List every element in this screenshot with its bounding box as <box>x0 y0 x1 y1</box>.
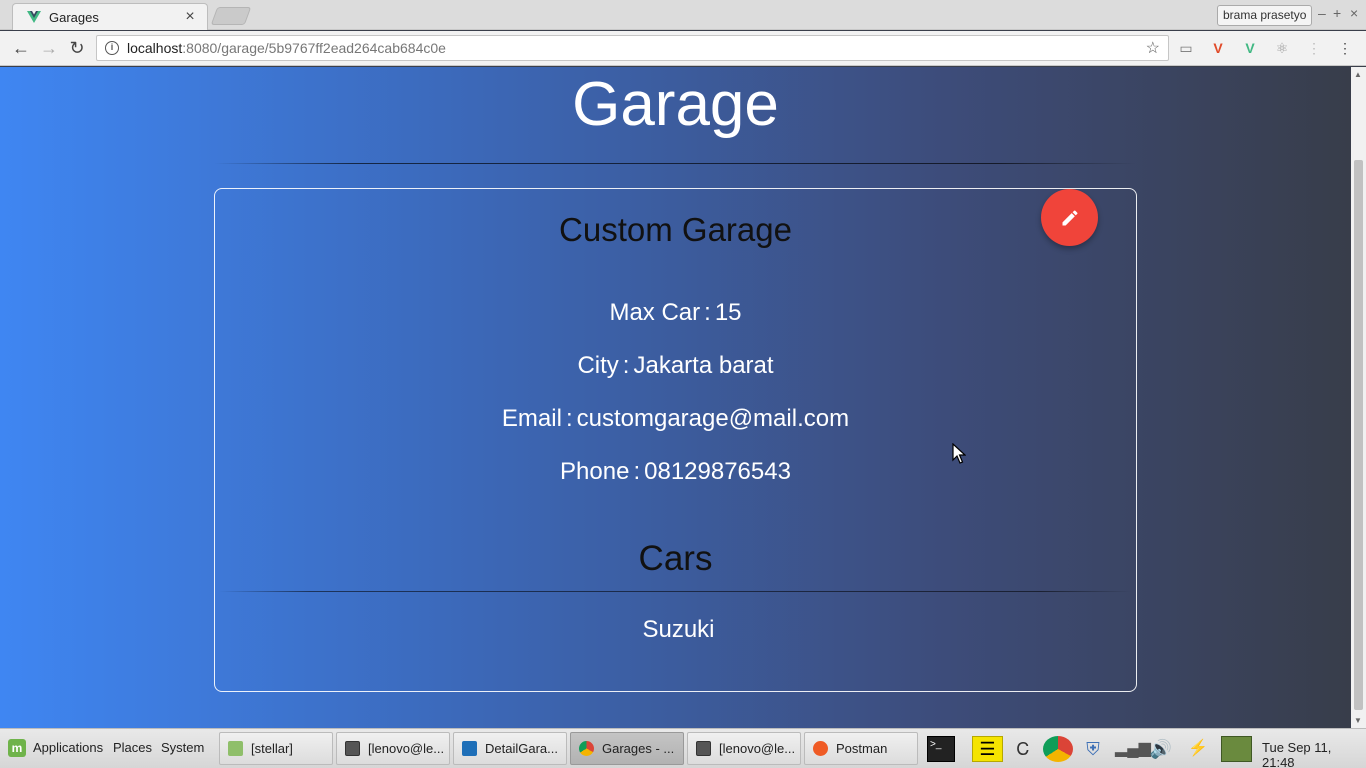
site-info-icon[interactable]: i <box>105 41 119 55</box>
page-title: Garage <box>572 70 779 139</box>
bluetooth-icon[interactable]: Ꮯ <box>1013 736 1033 762</box>
field-value: 08129876543 <box>644 458 791 485</box>
vue-devtools-icon[interactable]: V <box>1241 39 1259 57</box>
browser-tab-strip: Garages × brama prasetyo – + × <box>0 0 1366 30</box>
field-label: Phone <box>560 458 630 485</box>
taskbar-item-label: Garages - ... <box>602 741 675 756</box>
taskbar-item[interactable]: [lenovo@le... <box>336 732 450 765</box>
page-scrollbar[interactable]: ▲ ▼ <box>1351 67 1366 728</box>
battery-icon[interactable]: ⚡ <box>1183 736 1213 762</box>
extension-icon[interactable]: ▭ <box>1177 39 1195 57</box>
minimize-icon[interactable]: – <box>1318 5 1326 21</box>
taskbar-item-label: Postman <box>836 741 888 756</box>
max-car-field: Max Car:15 <box>215 299 1136 327</box>
address-bar[interactable]: i localhost:8080/garage/5b9767ff2ead264c… <box>96 35 1169 61</box>
browser-tab[interactable]: Garages × <box>12 3 208 30</box>
back-icon[interactable]: ← <box>10 37 32 59</box>
workspace-switcher-icon[interactable] <box>1221 736 1252 762</box>
field-separator: : <box>565 405 573 432</box>
taskbar-item-label: [lenovo@le... <box>719 741 796 756</box>
extension-icon[interactable]: ⋮ <box>1305 39 1323 57</box>
taskbar: m Applications Places System [stellar] [… <box>0 728 1366 768</box>
taskbar-item-label: [stellar] <box>251 741 293 756</box>
mouse-cursor-icon <box>952 443 966 464</box>
taskbar-item[interactable]: DetailGara... <box>453 732 567 765</box>
page-content: Garage Custom Garage Max Car:15 City: Jak… <box>0 67 1351 728</box>
postman-icon <box>813 741 828 756</box>
field-value: Jakarta barat <box>633 352 774 379</box>
mint-menu-icon[interactable]: m <box>8 739 26 757</box>
chrome-menu-icon[interactable]: ⋮ <box>1336 39 1354 57</box>
chrome-icon <box>579 741 594 756</box>
tab-close-icon[interactable]: × <box>183 8 197 26</box>
terminal-launcher-icon[interactable]: >_ <box>927 736 955 762</box>
scrollbar-thumb[interactable] <box>1354 160 1363 710</box>
menu-applications[interactable]: Applications <box>33 740 103 755</box>
vscode-icon <box>462 741 477 756</box>
clock[interactable]: Tue Sep 11, 21:48 <box>1262 740 1366 768</box>
city-field: City: Jakarta barat <box>215 352 1136 380</box>
react-devtools-icon[interactable]: ⚛ <box>1273 39 1291 57</box>
maximize-icon[interactable]: + <box>1333 5 1341 21</box>
field-value: 15 <box>714 299 742 326</box>
folder-icon <box>228 741 243 756</box>
field-separator: : <box>622 352 630 379</box>
email-field: Email: customgarage@mail.com <box>215 405 1136 433</box>
taskbar-item[interactable]: Garages - ... <box>570 732 684 765</box>
field-separator: : <box>633 458 641 485</box>
edit-button[interactable] <box>1041 189 1098 246</box>
menu-system[interactable]: System <box>161 740 204 755</box>
taskbar-item[interactable]: [stellar] <box>219 732 333 765</box>
field-label: City <box>577 352 619 379</box>
field-separator: : <box>704 299 711 326</box>
vimium-icon[interactable]: V <box>1209 39 1227 57</box>
divider <box>219 591 1132 592</box>
reload-icon[interactable]: ↻ <box>66 37 88 59</box>
field-label: Email <box>501 405 562 432</box>
vue-logo-icon <box>27 11 41 23</box>
scroll-up-icon[interactable]: ▲ <box>1354 70 1362 79</box>
notes-icon[interactable]: ☰ <box>972 736 1003 762</box>
browser-toolbar: ← → ↻ i localhost:8080/garage/5b9767ff2e… <box>0 31 1366 66</box>
taskbar-item-label: [lenovo@le... <box>368 741 445 756</box>
phone-field: Phone:08129876543 <box>215 458 1136 486</box>
chrome-launcher-icon[interactable] <box>1043 736 1073 762</box>
scroll-down-icon[interactable]: ▼ <box>1354 716 1362 725</box>
terminal-icon <box>696 741 711 756</box>
terminal-icon <box>345 741 360 756</box>
bookmark-star-icon[interactable]: ☆ <box>1146 38 1160 58</box>
forward-icon[interactable]: → <box>38 37 60 59</box>
field-value: customgarage@mail.com <box>576 405 850 432</box>
volume-icon[interactable]: 🔊 <box>1148 736 1174 762</box>
taskbar-item[interactable]: Postman <box>804 732 918 765</box>
divider <box>214 163 1136 164</box>
garage-card: Custom Garage Max Car:15 City: Jakarta ba… <box>214 188 1137 692</box>
url-host: localhost <box>127 40 183 56</box>
car-list-item[interactable]: Suzuki <box>215 616 1142 644</box>
pencil-icon <box>1062 209 1078 225</box>
profile-button[interactable]: brama prasetyo <box>1217 5 1313 26</box>
menu-places[interactable]: Places <box>113 740 152 755</box>
tab-title: Garages <box>49 9 99 25</box>
field-label: Max Car <box>609 299 701 326</box>
shield-icon[interactable]: ⛨ <box>1082 736 1104 762</box>
taskbar-item-label: DetailGara... <box>485 741 558 756</box>
new-tab-button[interactable] <box>210 7 252 25</box>
taskbar-item[interactable]: [lenovo@le... <box>687 732 801 765</box>
url-path: :8080/garage/5b9767ff2ead264cab684c0e <box>182 40 446 56</box>
cars-heading: Cars <box>638 539 713 578</box>
network-signal-icon[interactable]: ▂▄▆ <box>1115 736 1151 762</box>
garage-name: Custom Garage <box>559 211 792 248</box>
close-window-icon[interactable]: × <box>1350 5 1358 21</box>
